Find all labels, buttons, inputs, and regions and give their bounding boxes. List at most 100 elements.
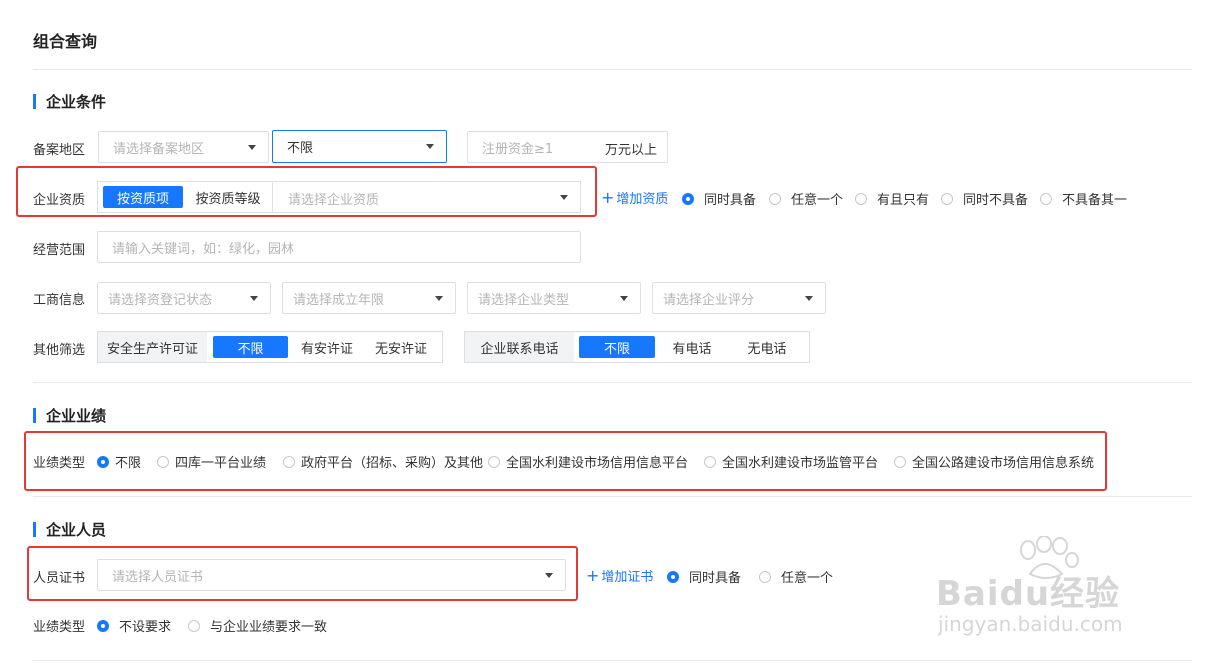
chevron-down-icon (545, 573, 553, 578)
radio-icon (759, 570, 771, 583)
add-qualification-label: 增加资质 (616, 192, 669, 207)
perf-radio-label: 全国水利建设市场监管平台 (722, 456, 879, 471)
chevron-down-icon (435, 296, 443, 301)
capital-placeholder: 注册资金≥1 (482, 141, 554, 157)
status-select[interactable]: 请选择资登记状态 (97, 282, 271, 314)
phone-option-none[interactable]: 无电话 (730, 336, 804, 358)
qual-radio-label: 同时具备 (704, 193, 757, 208)
watermark-brand: Baidu经验 (936, 574, 1121, 614)
scope-input[interactable]: 请输入关键词，如：绿化，园林 (97, 231, 581, 263)
perf-radio-label: 不限 (115, 456, 142, 471)
divider (33, 496, 1192, 497)
certificate-select[interactable]: 请选择人员证书 (97, 559, 566, 591)
years-select[interactable]: 请选择成立年限 (282, 282, 456, 314)
qual-radio-4[interactable]: 不具备其一 (1040, 189, 1127, 208)
plus-icon: + (586, 565, 600, 585)
perf-radio-4[interactable]: 全国水利建设市场监管平台 (704, 452, 878, 471)
region-sub-value: 不限 (287, 141, 314, 156)
region-label: 备案地区 (33, 143, 86, 158)
business-label: 工商信息 (33, 293, 86, 308)
radio-icon (769, 192, 781, 205)
qual-radio-label: 有且只有 (877, 193, 930, 208)
qual-radio-label: 不具备其一 (1062, 193, 1128, 208)
radio-icon (704, 455, 716, 468)
perf-label: 业绩类型 (33, 456, 86, 471)
radio-icon (488, 455, 500, 468)
perf-radio-5[interactable]: 全国公路建设市场信用信息系统 (894, 452, 1094, 471)
capital-input[interactable]: 注册资金≥1 万元以上 (467, 131, 668, 163)
person-perf-radio-label: 与企业业绩要求一致 (210, 620, 328, 635)
region-sub-select[interactable]: 不限 (272, 130, 447, 163)
radio-icon (188, 619, 200, 632)
divider (33, 382, 1192, 383)
section-title-performance: 企业业绩 (33, 405, 106, 426)
radio-icon (855, 192, 867, 205)
perf-radio-2[interactable]: 政府平台（招标、采购）及其他 (283, 452, 483, 471)
section-title-personnel: 企业人员 (33, 519, 106, 540)
region-placeholder: 请选择备案地区 (113, 141, 205, 157)
other-label: 其他筛选 (33, 343, 86, 358)
cert-radio-0[interactable]: 同时具备 (667, 567, 741, 586)
radio-checked-icon (667, 570, 679, 583)
chevron-down-icon (248, 145, 256, 150)
qualification-mode-item[interactable]: 按资质项 (103, 186, 183, 208)
phone-filter-group: 企业联系电话 不限 有电话 无电话 (464, 331, 810, 363)
cert-radio-1[interactable]: 任意一个 (759, 567, 833, 586)
capital-unit: 万元以上 (604, 143, 657, 158)
divider (33, 660, 1192, 661)
radio-icon (1040, 192, 1052, 205)
divider (272, 182, 273, 212)
person-perf-radio-0[interactable]: 不设要求 (97, 616, 171, 635)
perf-radio-label: 政府平台（招标、采购）及其他 (301, 456, 484, 471)
rating-placeholder: 请选择企业评分 (663, 292, 755, 308)
qual-radio-1[interactable]: 任意一个 (769, 189, 843, 208)
rating-select[interactable]: 请选择企业评分 (652, 282, 826, 314)
perf-radio-3[interactable]: 全国水利建设市场信用信息平台 (488, 452, 688, 471)
add-qualification-link[interactable]: + 增加资质 (601, 188, 668, 207)
phone-option-any[interactable]: 不限 (579, 336, 655, 358)
qualification-mode-level[interactable]: 按资质等级 (187, 186, 269, 208)
safety-option-none[interactable]: 无安许证 (364, 336, 438, 358)
safety-option-has[interactable]: 有安许证 (290, 336, 364, 358)
qual-radio-0[interactable]: 同时具备 (682, 189, 756, 208)
perf-radio-1[interactable]: 四库一平台业绩 (157, 452, 266, 471)
person-label: 人员证书 (33, 571, 86, 586)
section-title-company: 企业条件 (33, 91, 106, 112)
qualification-label: 企业资质 (33, 193, 86, 208)
radio-icon (894, 455, 906, 468)
scope-label: 经营范围 (33, 243, 86, 258)
qual-radio-3[interactable]: 同时不具备 (941, 189, 1028, 208)
chevron-down-icon (426, 144, 434, 149)
radio-checked-icon (682, 192, 694, 205)
chevron-down-icon (620, 296, 628, 301)
radio-checked-icon (97, 455, 109, 468)
type-placeholder: 请选择企业类型 (478, 292, 570, 308)
chevron-down-icon (250, 296, 258, 301)
safety-option-any[interactable]: 不限 (213, 336, 288, 358)
person-perf-radio-1[interactable]: 与企业业绩要求一致 (188, 616, 327, 635)
plus-icon: + (601, 187, 615, 207)
person-perf-radio-label: 不设要求 (119, 620, 172, 635)
chevron-down-icon (805, 296, 813, 301)
safety-filter-group: 安全生产许可证 不限 有安许证 无安许证 (97, 331, 443, 363)
radio-icon (941, 192, 953, 205)
phone-option-has[interactable]: 有电话 (655, 336, 729, 358)
add-certificate-link[interactable]: + 增加证书 (586, 566, 653, 585)
chevron-down-icon[interactable] (560, 195, 568, 200)
cert-radio-label: 同时具备 (689, 571, 742, 586)
certificate-placeholder: 请选择人员证书 (112, 569, 204, 585)
cert-radio-label: 任意一个 (781, 571, 834, 586)
radio-icon (283, 455, 295, 468)
perf-radio-label: 全国水利建设市场信用信息平台 (506, 456, 689, 471)
qual-radio-2[interactable]: 有且只有 (855, 189, 929, 208)
qual-radio-label: 任意一个 (791, 193, 844, 208)
perf-radio-label: 四库一平台业绩 (175, 456, 267, 471)
perf-radio-0[interactable]: 不限 (97, 452, 141, 471)
region-select[interactable]: 请选择备案地区 (98, 131, 269, 163)
page-title: 组合查询 (33, 32, 98, 51)
person-perf-label: 业绩类型 (33, 620, 86, 635)
divider (33, 69, 1192, 70)
years-placeholder: 请选择成立年限 (293, 292, 385, 308)
qualification-placeholder[interactable]: 请选择企业资质 (288, 189, 379, 208)
type-select[interactable]: 请选择企业类型 (467, 282, 641, 314)
